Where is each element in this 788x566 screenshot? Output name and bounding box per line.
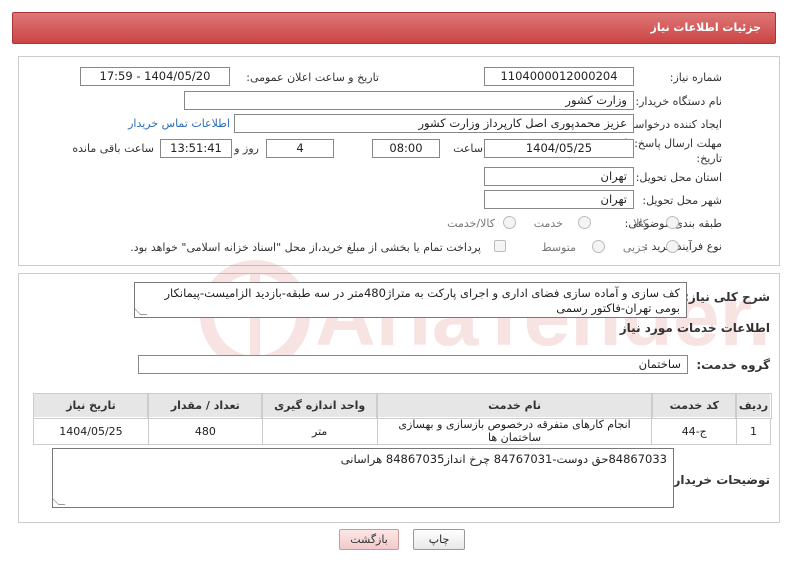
process-option-medium: متوسط: [541, 241, 576, 254]
cell-row: 1: [735, 417, 772, 445]
remaining-time-field: 13:51:41: [160, 139, 232, 158]
services-table-header: ردیف کد خدمت نام خدمت واحد اندازه گیری ت…: [32, 392, 772, 419]
col-quantity: تعداد / مقدار: [147, 392, 264, 419]
col-service-name: نام خدمت: [376, 392, 653, 419]
need-number-field: 1104000012000204: [484, 67, 634, 86]
resize-handle-icon[interactable]: [53, 498, 66, 505]
days-field: 4: [266, 139, 334, 158]
print-button[interactable]: چاپ: [413, 529, 465, 550]
need-number-label: شماره نیاز:: [669, 71, 722, 84]
description-label: شرح کلی نیاز:: [684, 290, 770, 304]
page-title: جزئیات اطلاعات نیاز: [650, 21, 762, 34]
cell-need-date: 1404/05/25: [33, 417, 149, 445]
remaining-label: ساعت باقی مانده: [72, 142, 154, 155]
back-button[interactable]: بازگشت: [339, 529, 399, 550]
service-group-field: ساختمان: [138, 355, 688, 374]
city-field: تهران: [484, 190, 634, 209]
table-row: 1 ج-44 انجام کارهای متفرقه درخصوص بازساز…: [33, 417, 772, 445]
announce-label: تاریخ و ساعت اعلان عمومی:: [246, 71, 379, 84]
cell-unit: متر: [261, 417, 378, 445]
creator-label: ایجاد کننده درخواست:: [620, 118, 722, 131]
process-radio-medium[interactable]: [592, 240, 605, 253]
category-radio-service[interactable]: [578, 216, 591, 229]
col-service-code: کد خدمت: [650, 392, 738, 419]
category-option-goods: کالا: [633, 217, 648, 230]
buyer-name-field: وزارت کشور: [184, 91, 634, 110]
resize-handle-icon[interactable]: [135, 308, 148, 315]
cell-service-code: ج-44: [651, 417, 737, 445]
cell-quantity: 480: [147, 417, 263, 445]
buyer-notes-text: 84867033حق دوست-84767031 چرخ انداز848670…: [340, 452, 667, 466]
category-option-service: خدمت: [533, 217, 563, 230]
days-label: روز و: [234, 142, 259, 155]
deadline-time-field: 08:00: [372, 139, 440, 158]
deadline-time-label: ساعت: [453, 142, 483, 155]
process-type-label: نوع فرآیند خرید :: [644, 240, 722, 253]
category-radio-goods[interactable]: [666, 216, 679, 229]
cell-service-name: انجام کارهای متفرقه درخصوص بازسازی و بهس…: [376, 417, 653, 445]
description-text: کف سازی و آماده سازی فضای اداری و اجرای …: [164, 286, 681, 315]
creator-field: عزیز محمدپوری اصل کارپرداز وزارت کشور: [234, 114, 634, 133]
description-textarea[interactable]: کف سازی و آماده سازی فضای اداری و اجرای …: [134, 282, 687, 318]
category-radio-goods-service[interactable]: [503, 216, 516, 229]
buyer-notes-label: توضیحات خریدار:: [668, 473, 770, 487]
process-option-minor: جزیی: [622, 241, 648, 254]
province-field: تهران: [484, 167, 634, 186]
process-radio-minor[interactable]: [666, 240, 679, 253]
city-label: شهر محل تحویل:: [642, 194, 722, 207]
col-need-date: تاریخ نیاز: [32, 392, 150, 419]
col-unit: واحد اندازه گیری: [261, 392, 379, 419]
category-option-goods-service: کالا/خدمت: [447, 217, 495, 230]
page-header: جزئیات اطلاعات نیاز: [12, 12, 776, 44]
service-group-label: گروه خدمت:: [696, 358, 770, 372]
treasury-payment-note: پرداخت تمام یا بخشی از مبلغ خرید،از محل …: [130, 241, 481, 254]
buyer-notes-textarea[interactable]: 84867033حق دوست-84767031 چرخ انداز848670…: [52, 448, 674, 508]
col-row: ردیف: [735, 392, 772, 419]
services-table: ردیف کد خدمت نام خدمت واحد اندازه گیری ت…: [32, 392, 772, 445]
buyer-contact-link[interactable]: اطلاعات تماس خریدار: [128, 117, 230, 130]
province-label: استان محل تحویل:: [635, 171, 722, 184]
deadline-date-field: 1404/05/25: [484, 139, 634, 158]
announce-field: 1404/05/20 - 17:59: [80, 67, 230, 86]
treasury-payment-checkbox[interactable]: [494, 240, 506, 252]
buyer-name-label: نام دستگاه خریدار:: [635, 95, 722, 108]
services-section-title: اطلاعات خدمات مورد نیاز: [619, 321, 770, 335]
